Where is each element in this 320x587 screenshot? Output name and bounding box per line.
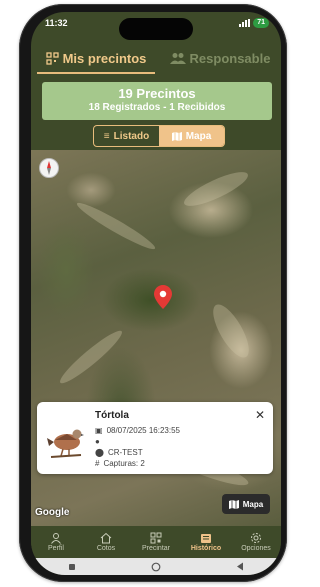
nav-label: Cotos — [96, 545, 116, 552]
nav-item-perfil[interactable]: Perfil — [31, 526, 81, 558]
map-terrain — [180, 166, 252, 212]
summary-banner: 19 Precintos 18 Registrados - 1 Recibido… — [42, 82, 272, 120]
qr-icon — [150, 532, 162, 544]
record-location-row: ⬤ CR-TEST — [95, 448, 143, 457]
map-pin-icon[interactable] — [154, 285, 172, 309]
nav-label: Opciones — [241, 545, 271, 552]
turtle-dove-icon — [47, 429, 84, 458]
nav-label: Perfil — [48, 545, 64, 552]
status-icons: 71 — [239, 18, 269, 28]
nav-item-historico[interactable]: Histórico — [181, 526, 231, 558]
history-icon — [201, 534, 211, 543]
bottom-nav: Perfil Cotos Precintar Histórico Opcione… — [31, 526, 281, 558]
summary-subtitle: 18 Registrados - 1 Recibidos — [88, 102, 226, 113]
home-icon — [100, 532, 112, 544]
listado-button[interactable]: ≡ Listado — [94, 126, 159, 146]
battery-icon: 71 — [253, 18, 269, 28]
calendar-icon: ▣ — [95, 426, 103, 435]
mapa-toggle-button[interactable]: Mapa — [159, 126, 224, 146]
home-circle-icon[interactable] — [151, 562, 161, 572]
map-terrain — [74, 198, 158, 254]
nav-item-cotos[interactable]: Cotos — [81, 526, 131, 558]
summary-title: 19 Precintos — [118, 86, 196, 101]
tab-responsable[interactable]: Responsable — [159, 44, 281, 72]
map-button-label: Mapa — [242, 499, 264, 509]
compass-icon[interactable] — [39, 158, 59, 178]
satellite-map[interactable]: Tórtola ▣ 08/07/2025 16:23:55 ● ⬤ CR-TES… — [31, 150, 281, 526]
nav-item-precintar[interactable]: Precintar — [131, 526, 181, 558]
tab-mis-precintos[interactable]: Mis precintos — [37, 44, 155, 74]
system-nav-bar — [31, 558, 281, 575]
dynamic-island — [119, 18, 193, 40]
gear-icon — [251, 533, 261, 543]
map-terrain — [206, 299, 256, 363]
record-location: CR-TEST — [107, 448, 143, 457]
listado-label: Listado — [113, 130, 150, 142]
close-icon[interactable]: ✕ — [255, 408, 265, 422]
record-person-row: ● — [95, 437, 104, 446]
nav-label: Histórico — [190, 545, 222, 552]
top-tabs: Mis precintos Responsable — [31, 44, 281, 74]
record-captures-row: # Capturas: 2 — [95, 459, 145, 468]
location-icon: ⬤ — [95, 448, 104, 457]
status-time: 11:32 — [45, 18, 68, 28]
tab-responsable-label: Responsable — [189, 50, 271, 66]
recents-icon[interactable] — [68, 563, 76, 571]
users-icon — [169, 53, 186, 64]
map-terrain — [55, 325, 127, 389]
nav-item-opciones[interactable]: Opciones — [231, 526, 281, 558]
nav-label: Precintar — [141, 545, 170, 552]
map-icon — [171, 131, 182, 141]
google-logo: Google — [35, 507, 70, 518]
signal-icon — [239, 19, 251, 27]
qr-scan-icon — [45, 51, 59, 65]
back-icon[interactable] — [236, 562, 244, 571]
record-captures: Capturas: 2 — [103, 459, 145, 468]
record-datetime-row: ▣ 08/07/2025 16:23:55 — [95, 426, 180, 435]
person-icon: ● — [95, 437, 100, 446]
record-species: Tórtola — [95, 410, 129, 421]
view-toggle: ≡ Listado Mapa — [93, 125, 225, 147]
record-card[interactable]: Tórtola ▣ 08/07/2025 16:23:55 ● ⬤ CR-TES… — [37, 402, 273, 474]
hash-icon: # — [95, 459, 100, 468]
map-button[interactable]: Mapa — [222, 494, 270, 514]
app-screen: 11:32 71 Mis precintos Responsable 19 Pr… — [31, 12, 281, 575]
map-icon — [228, 499, 239, 509]
user-icon — [51, 533, 61, 544]
tab-mis-precintos-label: Mis precintos — [62, 50, 147, 66]
mapa-toggle-label: Mapa — [185, 130, 212, 142]
record-datetime: 08/07/2025 16:23:55 — [106, 426, 180, 435]
list-icon: ≡ — [103, 130, 110, 142]
